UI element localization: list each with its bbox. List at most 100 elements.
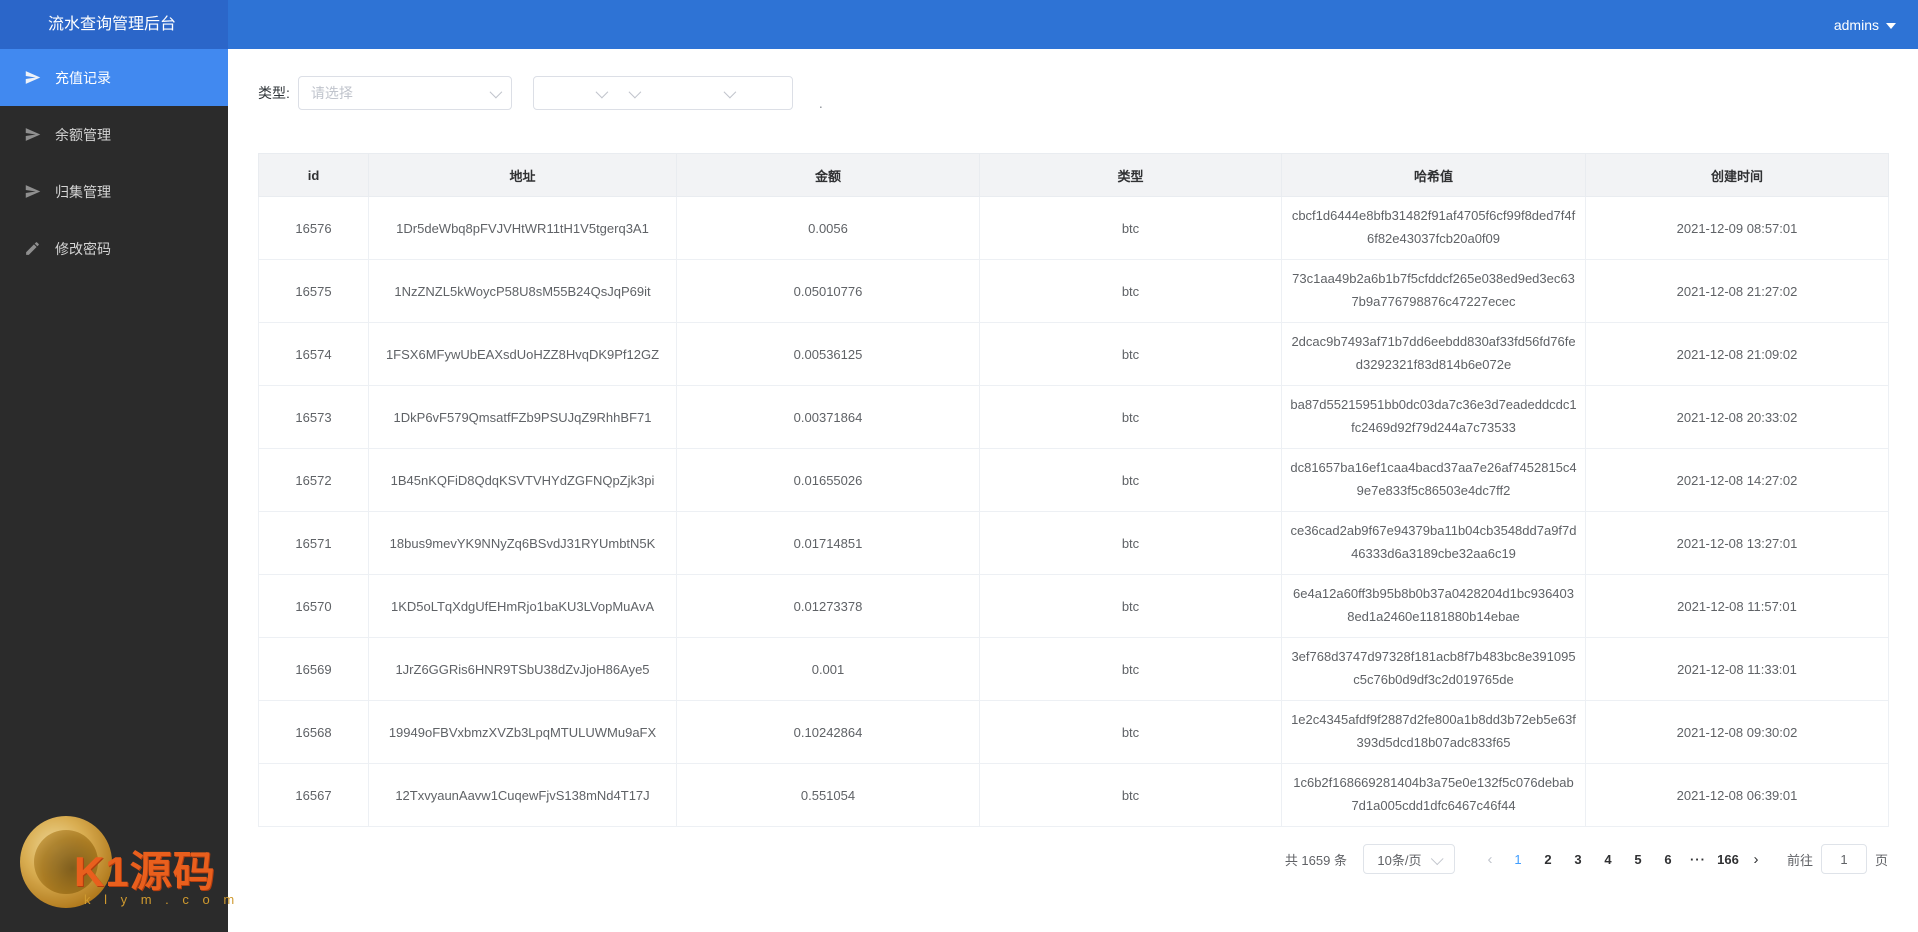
page-button-3[interactable]: 3 [1563, 848, 1593, 871]
pencil-icon [24, 240, 41, 257]
sidebar-item-1[interactable]: 余额管理 [0, 106, 228, 163]
cell-address: 12TxvyaunAavw1CuqewFjvS138mNd4T17J [368, 763, 677, 827]
page-number-list: 123456 [1503, 848, 1683, 871]
table-row: 16574 1FSX6MFywUbEAXsdUoHZZ8HvqDK9Pf12GZ 0… [258, 322, 1889, 386]
cell-address: 1FSX6MFywUbEAXsdUoHZZ8HvqDK9Pf12GZ [368, 322, 677, 386]
cell-amount: 0.01714851 [676, 511, 980, 575]
sidebar-item-2[interactable]: 归集管理 [0, 163, 228, 220]
cell-amount: 0.10242864 [676, 700, 980, 764]
total-count: 共 1659 条 [1284, 852, 1347, 868]
chevron-down-icon [1430, 851, 1444, 865]
cell-type: btc [979, 322, 1282, 386]
sidebar: 充值记录余额管理归集管理修改密码 [0, 49, 228, 932]
cell-address: 1JrZ6GGRis6HNR9TSbU38dZvJjoH86Aye5 [368, 637, 677, 701]
user-menu-label: admins [1833, 16, 1879, 33]
cell-address: 19949oFBVxbmzXVZb3LpqMTULUWMu9aFX [368, 700, 677, 764]
cell-hash: cbcf1d6444e8bfb31482f91af4705f6cf99f8ded… [1281, 196, 1586, 260]
cell-address: 1B45nKQFiD8QdqKSVTVHYdZGFNQpZjk3pi [368, 448, 677, 512]
cell-hash: dc81657ba16ef1caa4bacd37aa7e26af7452815c… [1281, 448, 1586, 512]
cell-type: btc [979, 259, 1282, 323]
cell-id: 16575 [258, 259, 369, 323]
chevron-down-icon [489, 85, 503, 98]
pagination: 共 1659 条 10条/页 ‹ 123456 ··· 166 › 前往 页 [258, 844, 1888, 874]
next-page-button[interactable]: › [1743, 851, 1769, 868]
cell-type: btc [979, 196, 1282, 260]
send-icon [24, 126, 41, 143]
table-row: 16568 19949oFBVxbmzXVZb3LpqMTULUWMu9aFX 0.… [258, 700, 1889, 764]
page-button-1[interactable]: 1 [1503, 848, 1533, 871]
sidebar-item-label: 余额管理 [55, 126, 111, 143]
cell-id: 16573 [258, 385, 369, 449]
column-header: 类型 [979, 153, 1282, 197]
cell-created: 2021-12-08 11:33:01 [1585, 637, 1889, 701]
chevron-down-icon [723, 85, 737, 99]
type-filter-placeholder: 请选择 [310, 85, 353, 101]
cell-hash: 1c6b2f168669281404b3a75e0e132f5c076debab… [1281, 763, 1586, 827]
date-range-picker[interactable] [532, 76, 793, 110]
cell-amount: 0.001 [676, 637, 980, 701]
cell-created: 2021-12-08 20:33:02 [1585, 385, 1889, 449]
goto-page-input[interactable] [1820, 844, 1867, 874]
send-icon [24, 69, 41, 86]
column-header: id [258, 153, 369, 197]
cell-hash: 3ef768d3747d97328f181acb8f7b483bc8e39109… [1281, 637, 1586, 701]
stray-dot-text: . [818, 95, 823, 111]
cell-address: 1KD5oLTqXdgUfEHmRjo1baKU3LVopMuAvA [368, 574, 677, 638]
cell-created: 2021-12-08 13:27:01 [1585, 511, 1889, 575]
last-page-button[interactable]: 166 [1713, 848, 1743, 871]
cell-amount: 0.00536125 [676, 322, 980, 386]
app-title: 流水查询管理后台 [0, 0, 228, 49]
filter-row: 类型: 请选择 . [258, 75, 1889, 111]
sidebar-item-label: 修改密码 [55, 240, 111, 257]
page-size-value: 10条/页 [1377, 852, 1422, 868]
cell-hash: 1e2c4345afdf9f2887d2fe800a1b8dd3b72eb5e6… [1281, 700, 1586, 764]
cell-created: 2021-12-08 21:27:02 [1585, 259, 1889, 323]
cell-hash: ba87d55215951bb0dc03da7c36e3d7eadeddcdc1… [1281, 385, 1586, 449]
page-button-2[interactable]: 2 [1533, 848, 1563, 871]
goto-suffix: 页 [1874, 852, 1888, 868]
cell-hash: 2dcac9b7493af71b7dd6eebdd830af33fd56fd76… [1281, 322, 1586, 386]
cell-type: btc [979, 448, 1282, 512]
cell-amount: 0.00371864 [676, 385, 980, 449]
cell-amount: 0.05010776 [676, 259, 980, 323]
cell-created: 2021-12-08 14:27:02 [1585, 448, 1889, 512]
cell-amount: 0.01273378 [676, 574, 980, 638]
cell-address: 1NzZNZL5kWoycP58U8sM55B24QsJqP69it [368, 259, 677, 323]
sidebar-item-label: 归集管理 [55, 183, 111, 200]
cell-created: 2021-12-08 06:39:01 [1585, 763, 1889, 827]
cell-created: 2021-12-08 11:57:01 [1585, 574, 1889, 638]
cell-id: 16567 [258, 763, 369, 827]
table-body: 16576 1Dr5deWbq8pFVJVHtWR11tH1V5tgerq3A1 0… [258, 196, 1889, 827]
cell-hash: 73c1aa49b2a6b1b7f5cfddcf265e038ed9ed3ec6… [1281, 259, 1586, 323]
column-header: 哈希值 [1281, 153, 1586, 197]
table-row: 16567 12TxvyaunAavw1CuqewFjvS138mNd4T17J 0… [258, 763, 1889, 827]
cell-address: 1Dr5deWbq8pFVJVHtWR11tH1V5tgerq3A1 [368, 196, 677, 260]
cell-created: 2021-12-09 08:57:01 [1585, 196, 1889, 260]
cell-id: 16569 [258, 637, 369, 701]
chevron-down-icon [628, 85, 642, 99]
cell-address: 18bus9mevYK9NNyZq6BSvdJ31RYUmbtN5K [368, 511, 677, 575]
table-row: 16570 1KD5oLTqXdgUfEHmRjo1baKU3LVopMuAvA 0… [258, 574, 1889, 638]
page-size-select[interactable]: 10条/页 [1362, 844, 1455, 874]
cell-type: btc [979, 637, 1282, 701]
cell-type: btc [979, 763, 1282, 827]
cell-amount: 0.0056 [676, 196, 980, 260]
page-button-5[interactable]: 5 [1623, 848, 1653, 871]
type-filter-label: 类型: [258, 85, 290, 101]
cell-created: 2021-12-08 21:09:02 [1585, 322, 1889, 386]
cell-type: btc [979, 700, 1282, 764]
sidebar-item-0[interactable]: 充值记录 [0, 49, 228, 106]
page-button-4[interactable]: 4 [1593, 848, 1623, 871]
sidebar-item-3[interactable]: 修改密码 [0, 220, 228, 277]
table-row: 16569 1JrZ6GGRis6HNR9TSbU38dZvJjoH86Aye5 0… [258, 637, 1889, 701]
cell-type: btc [979, 511, 1282, 575]
goto-label: 前往 [1786, 852, 1813, 868]
cell-id: 16568 [258, 700, 369, 764]
cell-type: btc [979, 385, 1282, 449]
page-button-6[interactable]: 6 [1653, 848, 1683, 871]
table-row: 16575 1NzZNZL5kWoycP58U8sM55B24QsJqP69it 0… [258, 259, 1889, 323]
prev-page-button[interactable]: ‹ [1477, 851, 1503, 868]
type-filter-select[interactable]: 请选择 [297, 76, 512, 110]
user-menu[interactable]: admins [1834, 0, 1918, 49]
